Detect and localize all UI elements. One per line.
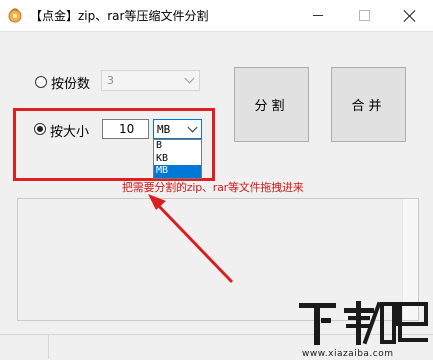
status-divider: [48, 334, 49, 359]
watermark-url: www.xiazaiba.com: [302, 349, 394, 358]
xiazaiba-watermark-logo: www.xiazaiba.com: [299, 301, 428, 358]
